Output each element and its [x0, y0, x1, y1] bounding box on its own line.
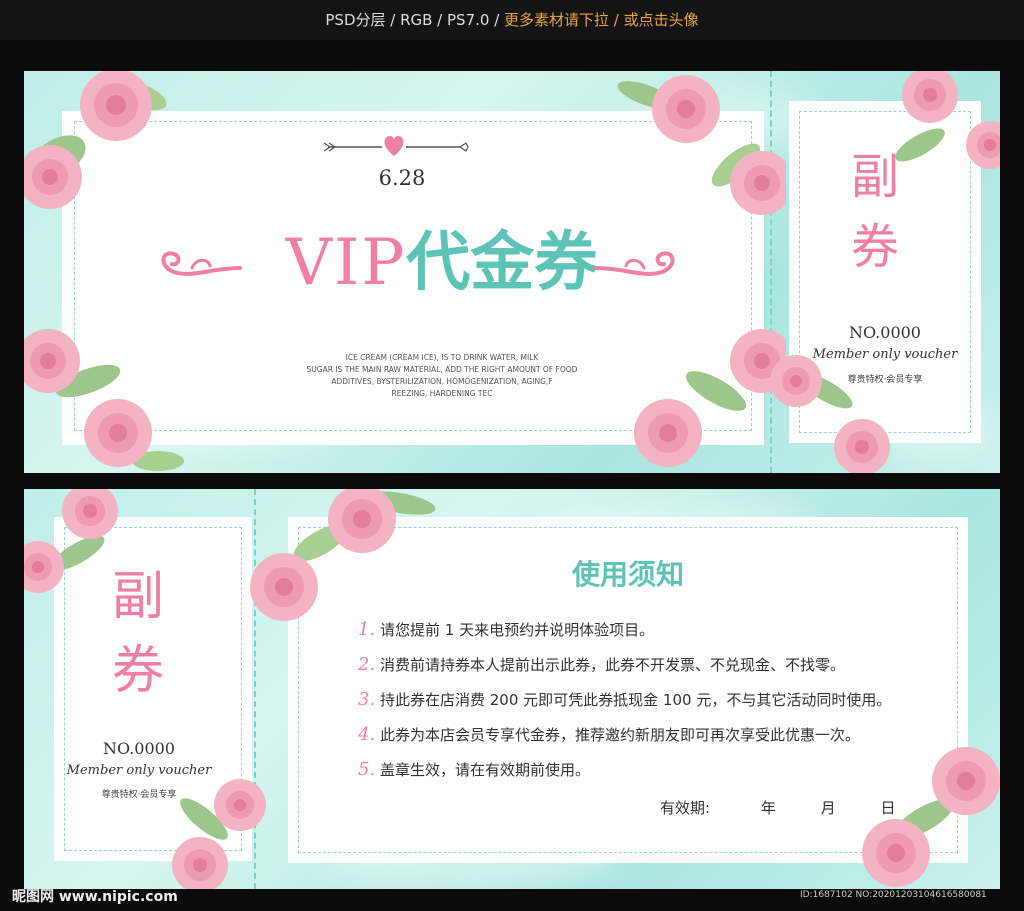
notice-item: 4. 此券为本店会员专享代金券，推荐邀约新朋友即可再次享受此优惠一次。: [358, 724, 861, 745]
stub-char-1: 副: [851, 149, 900, 205]
arrow-heart-ornament: [323, 136, 469, 156]
usage-notice-panel: 使用须知 1. 请您提前 1 天来电预约并说明体验项目。 2. 消费前请持券本人提前…: [288, 517, 968, 863]
voucher-main-panel: 6.28 VIP代金券 ICE CREAM (CREAM ICE), IS TO…: [62, 111, 764, 445]
back-stub-panel: 副 券 NO.0000 Member only voucher 尊贵特权·会员专…: [54, 517, 252, 861]
notice-item: 2. 消费前请持券本人提前出示此券，此券不开发票、不兑现金、不找零。: [358, 654, 846, 675]
voucher-date: 6.28: [378, 166, 426, 190]
validity-label: 有效期:: [660, 799, 711, 817]
voucher-back: 副 券 NO.0000 Member only voucher 尊贵特权·会员专…: [24, 489, 1000, 889]
back-stub-subtitle: 尊贵特权·会员专享: [101, 790, 177, 800]
voucher-description: ICE CREAM (CREAM ICE), IS TO DRINK WATER…: [306, 353, 578, 398]
validity-day: 日: [880, 799, 896, 817]
stub-char-2: 券: [851, 219, 900, 275]
notice-list: 1. 请您提前 1 天来电预约并说明体验项目。 2. 消费前请持券本人提前出示此券，…: [358, 619, 958, 794]
validity-month: 月: [820, 799, 836, 817]
top-info-bar: PSD分层 / RGB / PS7.0 / 更多素材请下拉 / 或点击头像: [0, 0, 1024, 40]
notice-item: 1. 请您提前 1 天来电预约并说明体验项目。: [358, 619, 655, 640]
back-stub-char-2: 券: [112, 641, 165, 701]
back-stub-number: NO.0000: [103, 739, 175, 758]
voucher-title: VIP代金券: [252, 221, 632, 305]
validity-year: 年: [760, 799, 776, 817]
promo-link[interactable]: 更多素材请下拉 / 或点击头像: [504, 11, 699, 29]
voucher-front: 6.28 VIP代金券 ICE CREAM (CREAM ICE), IS TO…: [24, 71, 1000, 473]
back-perforation-line: [254, 489, 256, 889]
stub-panel: 副 券 NO.0000 Member only voucher 尊贵特权·会员专…: [789, 101, 981, 443]
notice-item: 3. 持此券在店消费 200 元即可凭此券抵现金 100 元，不与其它活动同时使用…: [358, 689, 892, 710]
back-stub-script: Member only voucher: [66, 763, 212, 778]
stub-subtitle: 尊贵特权·会员专享: [847, 375, 923, 385]
stub-number: NO.0000: [849, 323, 921, 342]
notice-title: 使用须知: [571, 558, 684, 591]
right-swirl-ornament: [594, 251, 675, 276]
title-voucher: 代金券: [406, 226, 599, 300]
notice-item: 5. 盖章生效，请在有效期前使用。: [358, 759, 591, 780]
perforation-line: [770, 71, 772, 473]
validity-line: 有效期: 年 月 日: [660, 797, 895, 818]
back-stub-char-1: 副: [112, 567, 165, 627]
title-vip: VIP: [285, 226, 407, 300]
left-swirl-ornament: [161, 251, 242, 276]
stub-script: Member only voucher: [812, 347, 958, 362]
watermark-site: 昵图网 www.nipic.com: [12, 889, 178, 905]
format-info: PSD分层 / RGB / PS7.0 /: [325, 11, 505, 29]
watermark-id: ID:1687102 NO:20201203104616580081: [800, 890, 987, 900]
